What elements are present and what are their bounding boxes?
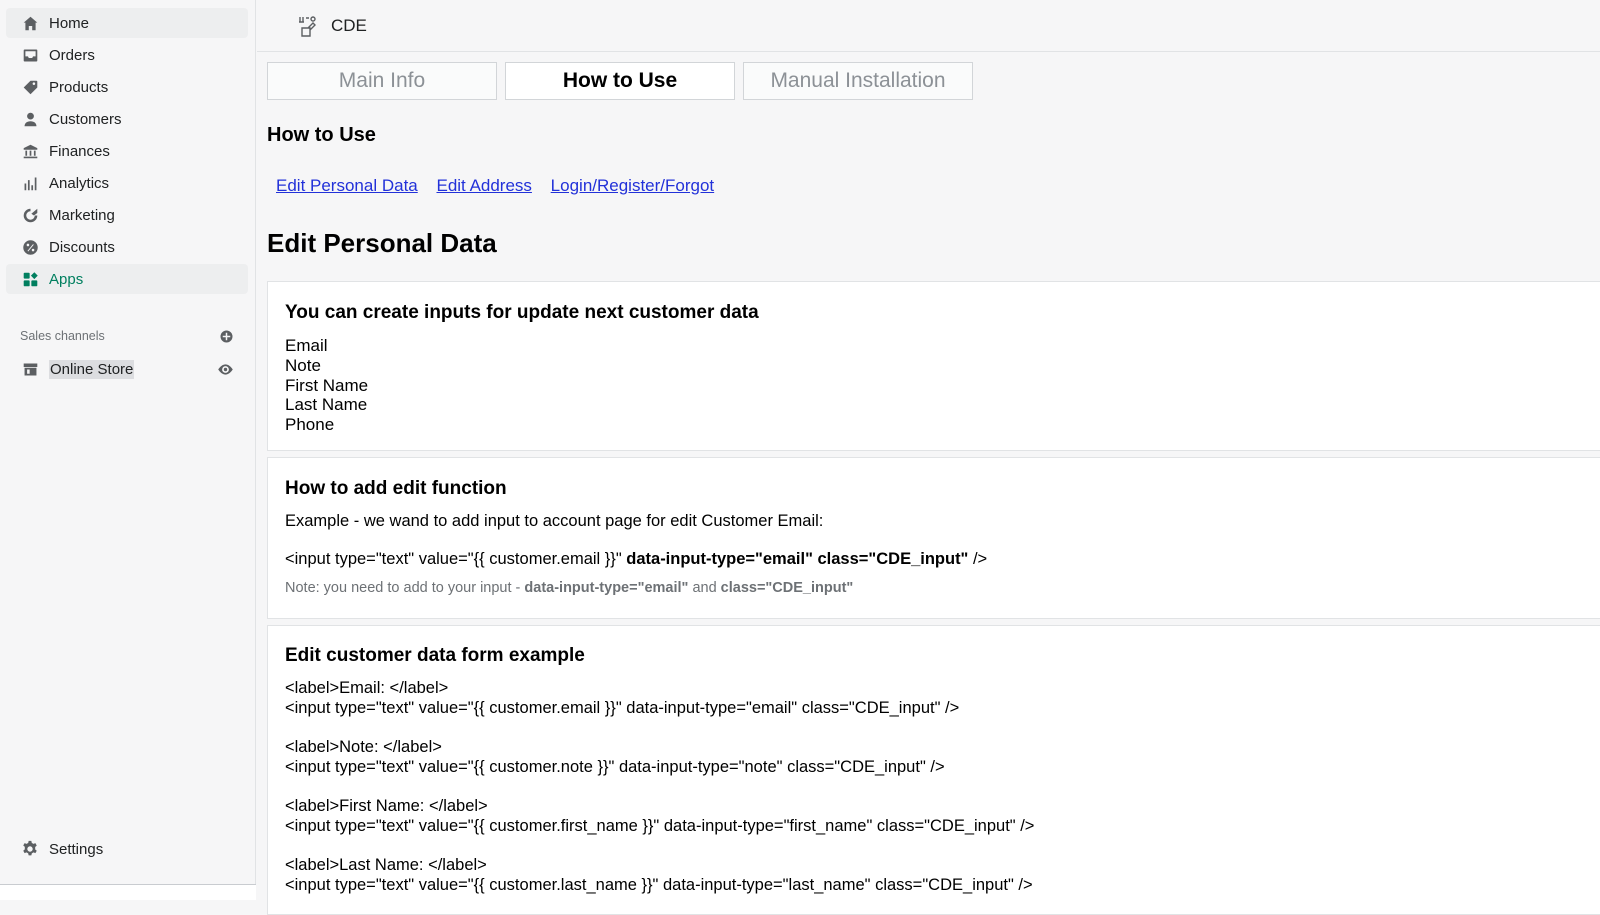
form-example-card: Edit customer data form example <label>E…	[267, 625, 1600, 915]
code-line: <label>Email: </label>	[285, 679, 449, 697]
sidebar-item-online-store[interactable]: Online Store	[6, 354, 248, 384]
link-edit-personal-data[interactable]: Edit Personal Data	[276, 176, 418, 195]
customer-fields-card: You can create inputs for update next cu…	[267, 281, 1600, 451]
code-pair-last-name: <label>Last Name: </label> <input type="…	[285, 856, 1583, 896]
sidebar-item-finances[interactable]: Finances	[6, 136, 248, 166]
marketing-icon	[20, 205, 40, 225]
code-pair-note: <label>Note: </label> <input type="text"…	[285, 738, 1583, 778]
list-item: Phone	[285, 415, 335, 435]
code-example: <input type="text" value="{{ customer.em…	[285, 550, 1583, 569]
sidebar-item-customers[interactable]: Customers	[6, 104, 248, 134]
eye-icon[interactable]	[217, 361, 234, 378]
sidebar: Home Orders Products Customers Finances …	[0, 0, 256, 900]
sidebar-item-label: Marketing	[49, 206, 115, 224]
store-icon	[20, 359, 40, 379]
field-list: Email Note First Name Last Name Phone	[285, 336, 1583, 435]
orders-icon	[20, 45, 40, 65]
card-title: You can create inputs for update next cu…	[285, 302, 759, 323]
sidebar-item-label: Analytics	[49, 174, 110, 192]
tab-bar: Main Info How to Use Manual Installation	[267, 62, 981, 100]
discount-icon	[20, 237, 40, 257]
app-name: CDE	[331, 15, 367, 35]
app-header: CDE	[257, 0, 1600, 52]
gear-icon	[20, 839, 40, 859]
list-item: First Name	[285, 375, 369, 395]
sidebar-item-marketing[interactable]: Marketing	[6, 200, 248, 230]
note-bold-attr: data-input-type="email"	[524, 580, 689, 596]
sidebar-item-home[interactable]: Home	[6, 8, 248, 38]
page-title: How to Use	[267, 124, 376, 146]
note-text: Note: you need to add to your input - da…	[285, 580, 1583, 596]
sidebar-item-orders[interactable]: Orders	[6, 40, 248, 70]
code-line: <input type="text" value="{{ customer.fi…	[285, 816, 1035, 835]
card-title: Edit customer data form example	[285, 645, 585, 666]
code-line: <label>Last Name: </label>	[285, 856, 487, 875]
sidebar-item-label: Settings	[49, 840, 104, 858]
card-title: How to add edit function	[285, 478, 507, 499]
code-line: <input type="text" value="{{ customer.no…	[285, 757, 945, 776]
bank-icon	[20, 141, 40, 161]
sidebar-item-products[interactable]: Products	[6, 72, 248, 102]
code-pair-first-name: <label>First Name: </label> <input type=…	[285, 797, 1583, 837]
sales-channels-label: Sales channels	[20, 329, 105, 343]
person-icon	[20, 109, 40, 129]
app-edit-icon	[295, 13, 321, 39]
list-item: Note	[285, 355, 321, 375]
edit-function-card: How to add edit function Example - we wa…	[267, 457, 1600, 619]
note-bold-class: class="CDE_input"	[720, 580, 854, 596]
apps-icon	[20, 269, 40, 289]
home-icon	[20, 13, 40, 33]
sidebar-item-discounts[interactable]: Discounts	[6, 232, 248, 262]
code-line: <label>Note: </label>	[285, 738, 442, 757]
sidebar-item-label: Home	[49, 14, 90, 32]
sidebar-item-label: Products	[49, 78, 109, 96]
link-login-register-forgot[interactable]: Login/Register/Forgot	[551, 176, 714, 195]
sidebar-item-label: Discounts	[49, 238, 115, 256]
code-line: <input type="text" value="{{ customer.la…	[285, 876, 1033, 895]
sales-channels-header: Sales channels	[20, 326, 234, 346]
code-end: />	[968, 550, 988, 568]
online-store-label: Online Store	[49, 359, 135, 379]
sidebar-item-label: Customers	[49, 110, 122, 128]
tab-main-info[interactable]: Main Info	[267, 62, 497, 100]
code-bold: data-input-type="email" class="CDE_input…	[626, 550, 969, 568]
sidebar-item-label: Apps	[49, 270, 84, 288]
section-links: Edit Personal Data Edit Address Login/Re…	[276, 176, 728, 196]
code-line: <label>First Name: </label>	[285, 797, 488, 816]
sidebar-bottom-bar	[0, 884, 256, 900]
sidebar-item-settings[interactable]: Settings	[6, 834, 248, 864]
section-title: Edit Personal Data	[267, 228, 497, 258]
example-text: Example - we wand to add input to accoun…	[285, 512, 824, 530]
note-mid: and	[688, 580, 721, 596]
sidebar-item-label: Orders	[49, 46, 95, 64]
list-item: Email	[285, 336, 328, 355]
sidebar-item-apps[interactable]: Apps	[6, 264, 248, 294]
tag-icon	[20, 77, 40, 97]
sidebar-item-analytics[interactable]: Analytics	[6, 168, 248, 198]
sidebar-item-label: Finances	[49, 142, 110, 160]
add-channel-icon[interactable]	[219, 329, 234, 344]
code-plain: <input type="text" value="{{ customer.em…	[285, 550, 627, 568]
tab-manual-installation[interactable]: Manual Installation	[743, 62, 973, 100]
link-edit-address[interactable]: Edit Address	[436, 176, 531, 195]
tab-how-to-use[interactable]: How to Use	[505, 62, 735, 100]
code-pair-email: <label>Email: </label> <input type="text…	[285, 679, 1583, 719]
note-prefix: Note: you need to add to your input -	[285, 580, 525, 596]
sidebar-nav: Home Orders Products Customers Finances …	[6, 8, 248, 296]
bar-chart-icon	[20, 173, 40, 193]
list-item: Last Name	[285, 395, 368, 415]
code-line: <input type="text" value="{{ customer.em…	[285, 698, 960, 717]
